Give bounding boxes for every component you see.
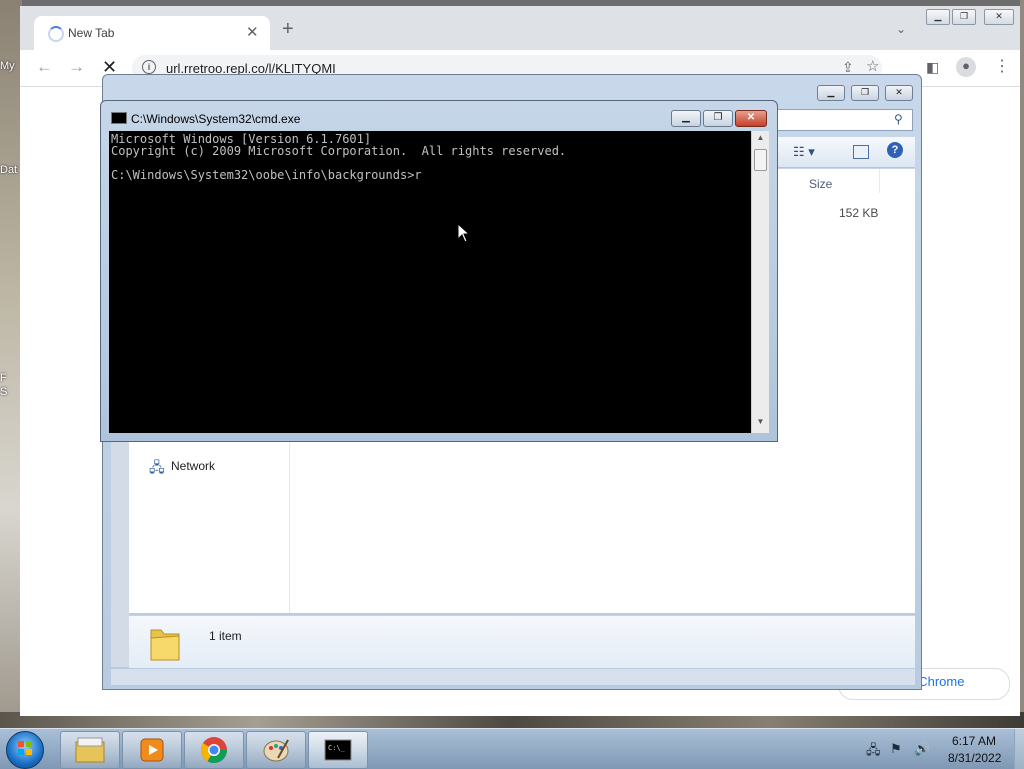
chrome-close-button[interactable]: ✕	[984, 9, 1014, 25]
clock-time[interactable]: 6:17 AM	[952, 734, 996, 748]
network-icon: 🖧	[149, 459, 165, 475]
search-icon[interactable]: ⚲	[894, 112, 903, 126]
loading-spinner-icon	[48, 26, 64, 42]
desktop-icon-label[interactable]: F	[0, 372, 7, 384]
cmd-scrollbar[interactable]: ▲ ▼	[751, 131, 769, 433]
new-tab-button[interactable]: +	[282, 19, 294, 39]
clock-date[interactable]: 8/31/2022	[948, 751, 1001, 765]
cmd-window-title: C:\Windows\System32\cmd.exe	[131, 112, 301, 126]
volume-icon[interactable]: 🔊	[914, 741, 930, 757]
console-prompt-line: C:\Windows\System32\oobe\info\background…	[111, 168, 422, 182]
cmd-minimize-button[interactable]: ▁	[671, 110, 701, 127]
network-tray-icon[interactable]: 🖧	[866, 741, 881, 763]
show-desktop-button[interactable]	[1014, 729, 1024, 769]
mouse-pointer-icon	[457, 223, 471, 243]
action-center-flag-icon[interactable]: ⚑	[890, 741, 902, 757]
taskbar: C:\_ 🖧 ⚑ 🔊 6:17 AM 8/31/2022	[0, 728, 1024, 769]
cmd-maximize-button[interactable]: ❐	[703, 110, 733, 127]
cmd-console[interactable]: Microsoft Windows [Version 6.1.7601] Cop…	[109, 131, 751, 433]
taskbar-paint[interactable]	[246, 731, 306, 769]
desktop-icon-label[interactable]: My	[0, 60, 15, 72]
change-view-icon[interactable]: ☷ ▾	[793, 144, 815, 160]
desktop-icon-label[interactable]: Dat	[0, 164, 17, 176]
cmd-app-icon[interactable]	[111, 112, 127, 124]
chrome-minimize-button[interactable]: ▁	[926, 9, 950, 25]
desktop-background	[0, 0, 22, 728]
command-prompt-icon: C:\_	[324, 739, 352, 761]
chrome-restore-button[interactable]: ❐	[952, 9, 976, 25]
scroll-up-arrow-icon[interactable]: ▲	[754, 133, 767, 147]
taskbar-explorer[interactable]	[60, 731, 120, 769]
taskbar-command-prompt[interactable]: C:\_	[308, 731, 368, 769]
windows-logo-icon	[18, 741, 32, 755]
explorer-minimize-button[interactable]: ▁	[817, 85, 845, 101]
chrome-icon	[200, 737, 228, 764]
media-player-icon	[140, 738, 164, 762]
explorer-status-bar	[111, 669, 915, 685]
console-line: Copyright (c) 2009 Microsoft Corporation…	[111, 144, 567, 158]
tab-search-chevron-icon[interactable]: ⌄	[896, 22, 906, 36]
details-pane: 1 item	[129, 615, 915, 668]
scroll-down-arrow-icon[interactable]: ▼	[754, 417, 767, 431]
cmd-close-button[interactable]: ✕	[735, 110, 767, 127]
help-icon[interactable]: ?	[887, 142, 903, 158]
explorer-restore-button[interactable]: ❐	[851, 85, 879, 101]
start-button[interactable]	[6, 731, 44, 769]
desktop-icon-label[interactable]: S	[0, 386, 7, 398]
explorer-close-button[interactable]: ✕	[885, 85, 913, 101]
taskbar-media-player[interactable]	[122, 731, 182, 769]
chrome-tab-strip: New Tab ✕ + ⌄ ▁ ❐ ✕	[20, 6, 1020, 50]
column-divider[interactable]	[879, 169, 880, 193]
taskbar-chrome[interactable]	[184, 731, 244, 769]
column-header-size[interactable]: Size	[809, 177, 832, 191]
file-size-value: 152 KB	[839, 206, 879, 220]
scroll-thumb[interactable]	[754, 149, 767, 171]
folder-icon	[75, 737, 105, 763]
tab-new-tab[interactable]: New Tab ✕	[34, 16, 270, 50]
tab-close-icon[interactable]: ✕	[246, 23, 259, 41]
side-panel-icon[interactable]: ◧	[926, 58, 939, 76]
tab-title: New Tab	[68, 26, 115, 40]
chrome-menu-icon[interactable]: ⋮	[994, 58, 1010, 76]
svg-text:C:\_: C:\_	[328, 744, 346, 752]
paint-palette-icon	[263, 739, 289, 762]
item-count: 1 item	[209, 629, 242, 643]
preview-pane-icon[interactable]	[853, 145, 869, 159]
folder-icon	[150, 629, 180, 661]
site-info-icon[interactable]: i	[142, 60, 156, 74]
desktop-background-right	[1020, 0, 1024, 728]
profile-avatar-icon[interactable]: ●	[956, 57, 976, 77]
cmd-window: C:\Windows\System32\cmd.exe ▁ ❐ ✕ Micros…	[100, 100, 778, 442]
back-arrow-icon[interactable]: ←	[36, 58, 53, 76]
forward-arrow-icon[interactable]: →	[68, 58, 85, 76]
nav-item-network[interactable]: Network	[171, 459, 215, 473]
